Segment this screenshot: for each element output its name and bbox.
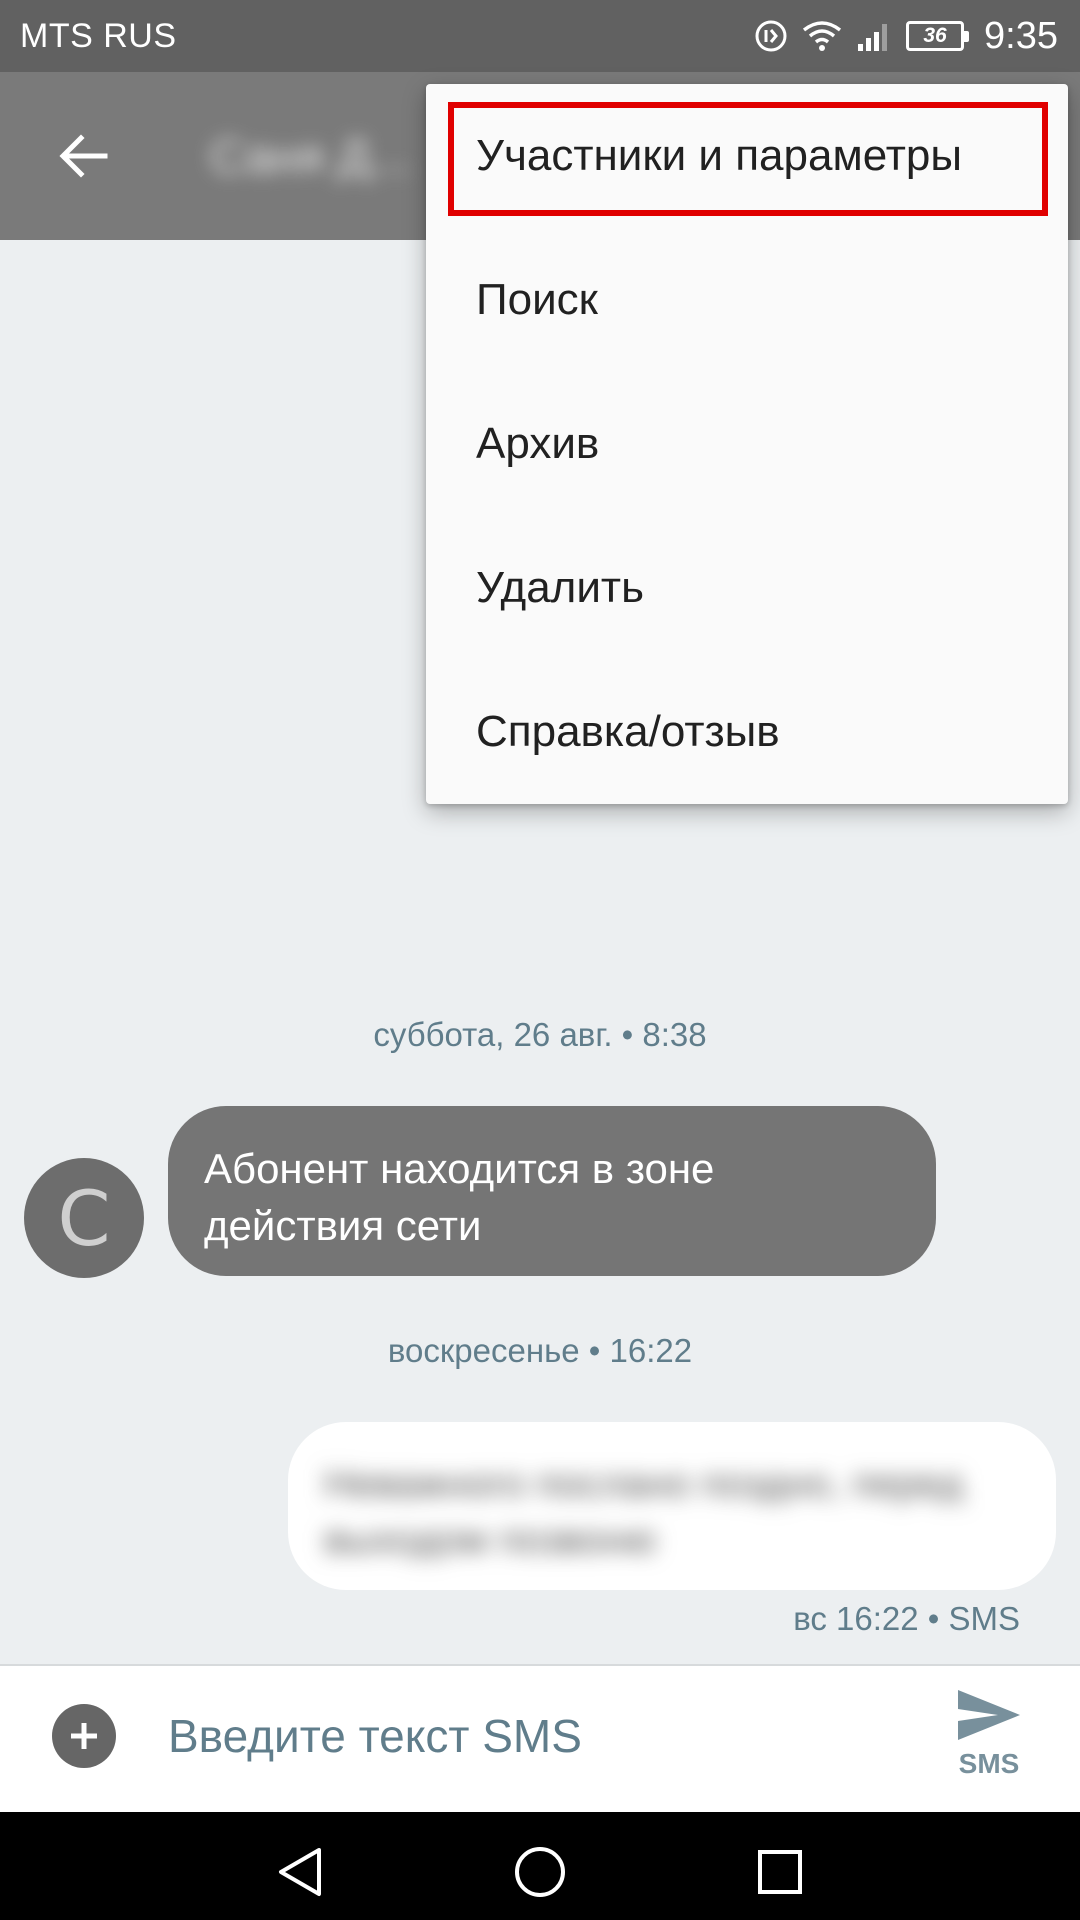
menu-item-participants-settings[interactable]: Участники и параметры [426,84,1068,228]
data-saver-icon [754,19,788,53]
incoming-message[interactable]: Абонент находится в зоне действия сети [168,1106,936,1276]
carrier-name: MTS RUS [20,16,177,55]
navigation-bar [0,1812,1080,1920]
send-button[interactable]: SMS [948,1688,1030,1798]
outgoing-message-text: Неважного поcлано поздно, перед выходом … [324,1462,963,1562]
battery-icon: 36 [906,21,970,51]
contact-name: Саня Д... [210,131,411,184]
square-recents-icon [758,1850,802,1894]
attach-button[interactable] [52,1704,116,1768]
nav-recents-button[interactable] [750,1842,810,1902]
message-meta: вс 16:22 • SMS [793,1600,1020,1637]
menu-item-delete[interactable]: Удалить [426,516,1068,660]
nav-home-button[interactable] [510,1842,570,1902]
message-input[interactable] [168,1696,908,1776]
send-label: SMS [958,1748,1020,1779]
circle-home-icon [515,1847,565,1897]
arrow-left-icon [59,134,108,178]
plus-icon [71,1723,97,1749]
menu-item-search[interactable]: Поиск [426,228,1068,372]
wifi-icon [802,20,842,52]
nav-back-button[interactable] [270,1842,330,1902]
outgoing-message[interactable]: Неважного поcлано поздно, перед выходом … [288,1422,1056,1590]
status-icons: 36 9:35 [754,15,1058,58]
clock: 9:35 [984,14,1058,57]
overflow-menu: Участники и параметры Поиск Архив Удалит… [426,84,1068,804]
triangle-back-icon [279,1848,321,1896]
menu-item-archive[interactable]: Архив [426,372,1068,516]
menu-item-help-feedback[interactable]: Справка/отзыв [426,660,1068,804]
back-button[interactable] [44,116,124,196]
date-separator: суббота, 26 авг. • 8:38 [373,1016,707,1053]
signal-icon [856,20,892,52]
status-bar: MTS RUS 36 9:35 [0,0,1080,72]
avatar[interactable]: C [24,1158,144,1278]
compose-bar: SMS [0,1664,1080,1812]
date-separator: воскресенье • 16:22 [387,1332,693,1369]
send-icon [958,1690,1020,1740]
battery-level: 36 [923,24,947,47]
